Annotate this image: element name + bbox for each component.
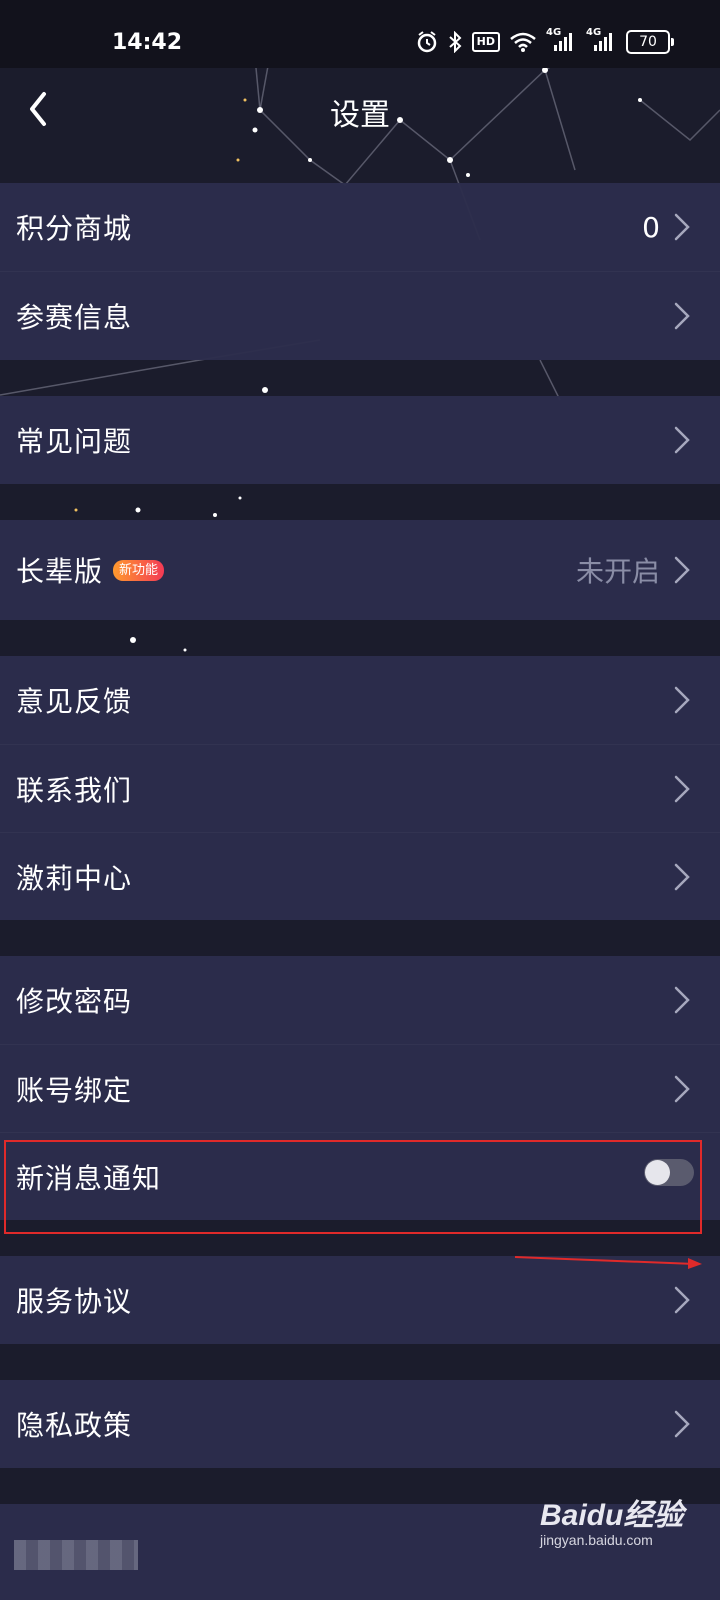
row-accessory <box>672 1380 692 1468</box>
baidu-watermark: Baidu经验 jingyan.baidu.com <box>540 1490 683 1548</box>
chevron-right-icon <box>674 1075 690 1102</box>
settings-group: 常见问题 <box>0 396 720 484</box>
settings-item-elder-mode[interactable]: 长辈版 新功能 未开启 <box>0 520 720 620</box>
settings-item-label: 修改密码 <box>16 985 133 1018</box>
page-title: 设置 <box>330 98 390 133</box>
row-accessory <box>672 1045 692 1132</box>
settings-item-label: 参赛信息 <box>16 300 133 334</box>
row-accessory <box>672 272 692 359</box>
status-icons: HD 4G 4G 70 <box>416 27 674 54</box>
notification-toggle[interactable] <box>644 1159 694 1186</box>
settings-item-incentive-center[interactable]: 激莉中心 <box>0 832 720 920</box>
chevron-right-icon <box>674 213 690 241</box>
settings-item-contest-info[interactable]: 参赛信息 <box>0 271 720 359</box>
settings-item-label: 积分商城 <box>16 212 133 245</box>
new-feature-badge: 新功能 <box>113 559 165 581</box>
signal-icon-2: 4G <box>586 27 616 53</box>
wifi-icon <box>510 32 536 52</box>
watermark-url: jingyan.baidu.com <box>540 1532 653 1548</box>
settings-item-label: 账号绑定 <box>16 1073 133 1107</box>
signal-icon: 4G <box>546 27 576 53</box>
row-accessory <box>672 833 692 920</box>
settings-item-label: 隐私政策 <box>16 1409 133 1442</box>
settings-item-label: 新消息通知 <box>16 1161 162 1195</box>
settings-item-label: 意见反馈 <box>16 685 133 718</box>
settings-item-privacy-policy[interactable]: 隐私政策 <box>0 1380 720 1468</box>
settings-item-change-password[interactable]: 修改密码 <box>0 956 720 1044</box>
battery-icon: 70 <box>626 30 674 54</box>
status-bar: 14:42 HD 4G 4G 70 <box>0 0 720 68</box>
row-accessory <box>672 396 692 484</box>
red-arrow-annotation <box>514 1256 702 1269</box>
settings-group: 积分商城 0 参赛信息 <box>0 183 720 360</box>
settings-item-label: 常见问题 <box>16 425 133 458</box>
settings-item-label: 长辈版 <box>16 555 104 588</box>
status-time: 14:42 <box>112 30 183 55</box>
points-value: 0 <box>642 210 660 244</box>
hd-badge: HD <box>471 32 500 52</box>
settings-item-account-binding[interactable]: 账号绑定 <box>0 1044 720 1132</box>
toggle-knob <box>645 1160 670 1185</box>
settings-item-points-mall[interactable]: 积分商城 0 <box>0 183 720 271</box>
header: 设置 <box>0 68 720 183</box>
chevron-right-icon <box>674 556 690 584</box>
settings-item-label: 激莉中心 <box>16 861 133 895</box>
settings-item-label: 服务协议 <box>16 1285 133 1318</box>
settings-item-new-message-notification: 新消息通知 <box>0 1132 720 1220</box>
settings-group: 意见反馈 联系我们 激莉中心 <box>0 656 720 920</box>
settings-item-faq[interactable]: 常见问题 <box>0 396 720 484</box>
chevron-right-icon <box>674 863 690 890</box>
chevron-right-icon <box>674 686 690 714</box>
chevron-right-icon <box>674 1286 690 1314</box>
settings-item-feedback[interactable]: 意见反馈 <box>0 656 720 744</box>
row-accessory: 未开启 <box>576 520 692 620</box>
settings-item-contact-us[interactable]: 联系我们 <box>0 744 720 832</box>
chevron-right-icon <box>674 1410 690 1438</box>
settings-group: 长辈版 新功能 未开启 <box>0 520 720 620</box>
chevron-right-icon <box>674 986 690 1014</box>
row-accessory <box>672 745 692 832</box>
row-accessory <box>672 956 692 1044</box>
bluetooth-icon <box>448 31 462 53</box>
settings-item-label: 联系我们 <box>16 773 133 807</box>
chevron-right-icon <box>674 302 690 329</box>
chevron-right-icon <box>674 426 690 454</box>
alarm-icon <box>417 31 436 53</box>
row-accessory <box>672 656 692 744</box>
pixelated-patch <box>14 1540 138 1570</box>
watermark-brand: Baidu经验 <box>540 1499 684 1532</box>
chevron-right-icon <box>674 775 690 802</box>
settings-group: 修改密码 账号绑定 新消息通知 <box>0 956 720 1220</box>
row-accessory: 0 <box>642 183 692 271</box>
elder-mode-status: 未开启 <box>575 555 660 588</box>
settings-group: 隐私政策 <box>0 1380 720 1468</box>
